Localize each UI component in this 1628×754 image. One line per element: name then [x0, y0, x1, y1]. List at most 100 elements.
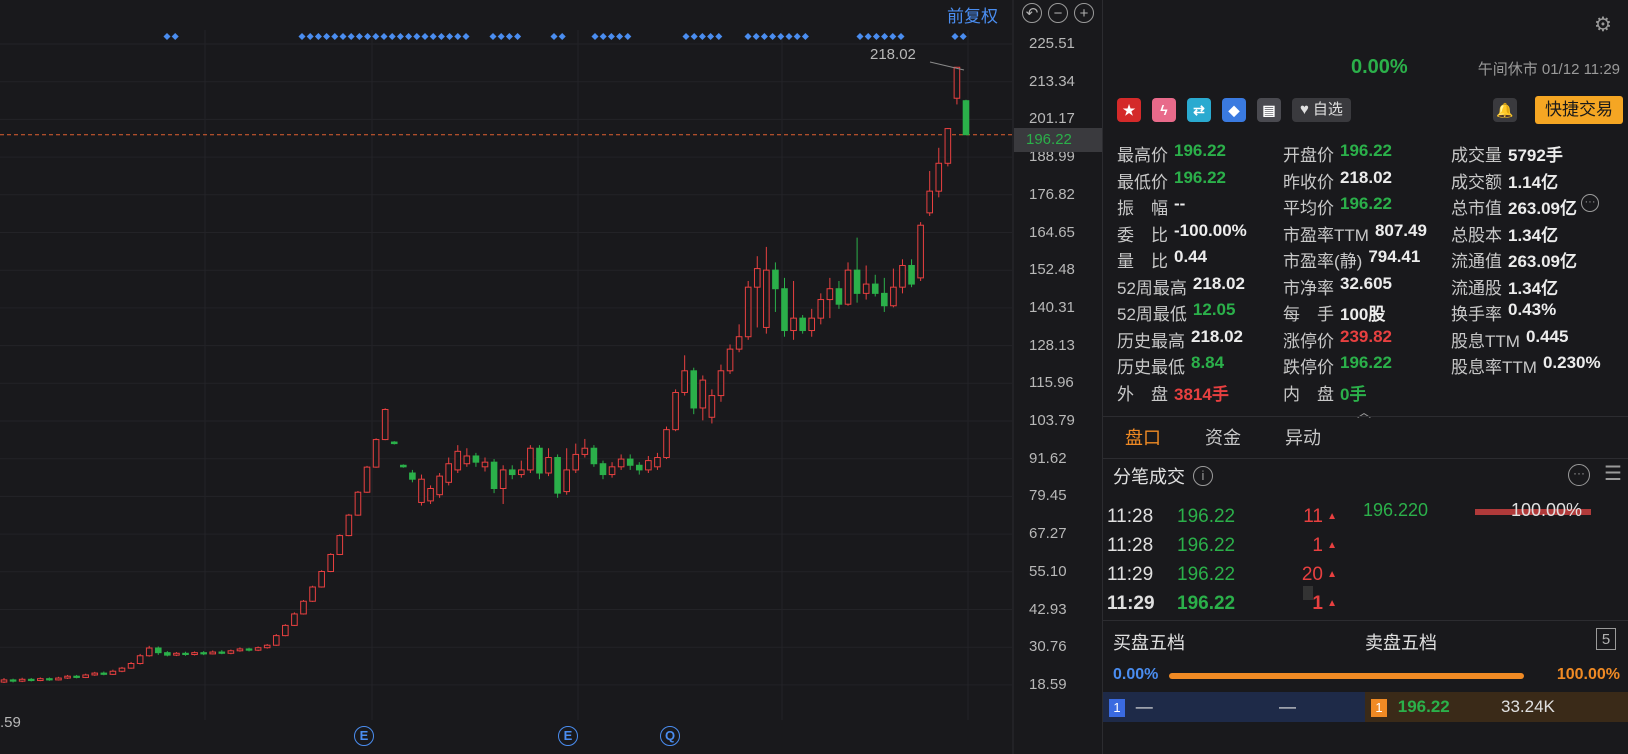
candlestick[interactable]	[944, 127, 952, 167]
candlestick[interactable]	[82, 673, 89, 679]
candlestick[interactable]	[635, 462, 643, 475]
candlestick[interactable]	[363, 465, 371, 493]
event-diamond-icon[interactable]	[497, 32, 505, 41]
candlestick[interactable]	[282, 624, 289, 637]
event-diamond-icon[interactable]	[682, 32, 690, 41]
candlestick[interactable]	[654, 452, 661, 470]
event-diamond-icon[interactable]	[889, 32, 897, 41]
shuffle-icon[interactable]: ⇄	[1187, 98, 1211, 122]
candlestick[interactable]	[136, 653, 144, 665]
earnings-event-icon[interactable]: E	[558, 726, 578, 746]
event-diamond-icon[interactable]	[550, 32, 558, 41]
candlestick[interactable]	[672, 389, 679, 432]
candlestick[interactable]	[527, 445, 534, 474]
event-diamond-icon[interactable]	[171, 32, 179, 41]
undo-icon[interactable]: ↶	[1022, 3, 1042, 23]
event-diamond-icon[interactable]	[785, 32, 793, 41]
candlestick[interactable]	[300, 600, 307, 615]
bell-icon[interactable]: 🔔	[1493, 98, 1517, 122]
candlestick[interactable]	[9, 678, 17, 683]
candlestick[interactable]	[409, 469, 416, 483]
candlestick[interactable]	[817, 293, 825, 325]
candlestick[interactable]	[18, 677, 26, 683]
event-diamond-icon[interactable]	[793, 32, 801, 41]
event-diamond-icon[interactable]	[364, 32, 372, 41]
candlestick[interactable]	[708, 389, 716, 424]
event-diamond-icon[interactable]	[558, 32, 566, 41]
event-diamond-icon[interactable]	[616, 32, 624, 41]
candlestick[interactable]	[799, 315, 806, 334]
candlestick[interactable]	[490, 459, 498, 494]
candlestick[interactable]	[345, 513, 353, 537]
candlestick[interactable]	[871, 274, 879, 297]
event-diamond-icon[interactable]	[864, 32, 872, 41]
candlestick[interactable]	[835, 280, 843, 309]
candlestick[interactable]	[336, 534, 344, 556]
list-view-icon[interactable]: ☰	[1602, 464, 1624, 486]
candlestick[interactable]	[899, 259, 906, 294]
candlestick[interactable]	[354, 490, 362, 516]
event-diamond-icon[interactable]	[707, 32, 715, 41]
candlestick[interactable]	[472, 452, 480, 467]
event-diamond-icon[interactable]	[951, 32, 959, 41]
candlestick[interactable]	[962, 99, 970, 136]
candlestick[interactable]	[454, 445, 462, 474]
candlestick[interactable]	[390, 441, 398, 445]
candlestick[interactable]	[772, 262, 779, 312]
candlestick[interactable]	[37, 677, 44, 682]
event-diamond-icon[interactable]	[715, 32, 723, 41]
candlestick[interactable]	[717, 364, 725, 402]
event-diamond-icon[interactable]	[372, 32, 380, 41]
event-diamond-icon[interactable]	[339, 32, 347, 41]
candlestick[interactable]	[400, 464, 407, 468]
event-diamond-icon[interactable]	[347, 32, 355, 41]
book-levels-button[interactable]: 5	[1596, 628, 1616, 650]
candlestick[interactable]	[790, 280, 797, 340]
event-diamond-icon[interactable]	[454, 32, 462, 41]
event-diamond-icon[interactable]	[744, 32, 752, 41]
event-diamond-icon[interactable]	[856, 32, 864, 41]
event-diamond-icon[interactable]	[314, 32, 322, 41]
candlestick[interactable]	[236, 647, 244, 652]
fuquan-toggle[interactable]: 前复权	[947, 2, 998, 27]
quarterly-event-icon[interactable]: Q	[660, 726, 680, 746]
candlestick[interactable]	[173, 652, 180, 657]
event-diamond-icon[interactable]	[690, 32, 698, 41]
gear-icon[interactable]: ⚙	[1594, 12, 1616, 36]
event-diamond-icon[interactable]	[331, 32, 339, 41]
event-diamond-icon[interactable]	[413, 32, 421, 41]
event-diamond-icon[interactable]	[429, 32, 437, 41]
event-diamond-icon[interactable]	[872, 32, 880, 41]
candlestick[interactable]	[445, 457, 452, 486]
candlestick[interactable]	[436, 473, 443, 498]
event-diamond-icon[interactable]	[801, 32, 809, 41]
candlestick[interactable]	[545, 448, 552, 477]
candlestick[interactable]	[109, 669, 117, 675]
candlestick[interactable]	[127, 661, 135, 669]
tab-unusual[interactable]: 异动	[1263, 418, 1343, 458]
event-diamond-icon[interactable]	[505, 32, 513, 41]
candlestick[interactable]	[881, 277, 888, 312]
zoom-in-icon[interactable]: +	[1074, 3, 1094, 23]
candlestick[interactable]	[554, 454, 561, 498]
candlestick[interactable]	[763, 246, 770, 334]
candlestick[interactable]	[735, 324, 743, 353]
candlestick[interactable]	[372, 438, 380, 468]
quick-trade-button[interactable]: 快捷交易	[1535, 96, 1623, 124]
tab-orderbook[interactable]: 盘口	[1103, 418, 1183, 458]
candlestick[interactable]	[890, 268, 897, 308]
candlestick[interactable]	[608, 462, 616, 478]
lightning-icon[interactable]: ϟ	[1152, 98, 1176, 122]
event-diamond-icon[interactable]	[591, 32, 599, 41]
candlestick[interactable]	[327, 553, 335, 573]
candlestick[interactable]	[209, 650, 217, 655]
event-diamond-icon[interactable]	[298, 32, 306, 41]
candlestick[interactable]	[218, 650, 226, 655]
candlestick[interactable]	[418, 474, 425, 506]
zoom-out-icon[interactable]: −	[1048, 3, 1068, 23]
candlestick[interactable]	[272, 634, 280, 646]
candlestick[interactable]	[744, 280, 752, 340]
candlestick[interactable]	[626, 454, 634, 470]
candlestick[interactable]	[91, 671, 99, 676]
candlestick[interactable]	[164, 651, 171, 657]
